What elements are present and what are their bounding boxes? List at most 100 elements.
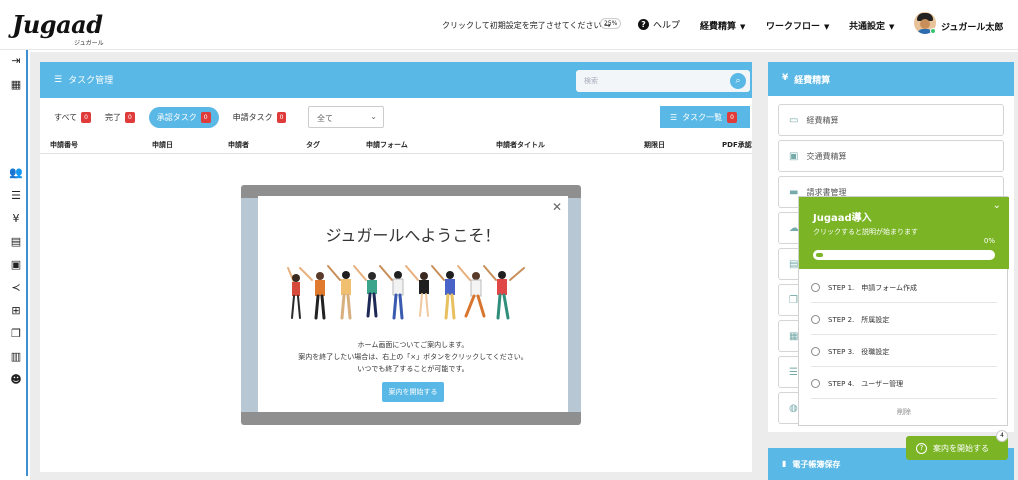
help-label: ヘルプ xyxy=(653,21,681,31)
modal-text-line: いつでも終了することが可能です。 xyxy=(357,365,469,373)
chevron-down-icon: ⌄ xyxy=(370,112,377,121)
modal-title: ジュガールへようこそ！ xyxy=(325,226,501,245)
person-figure xyxy=(431,265,456,320)
yen-icon[interactable]: ¥ xyxy=(8,212,24,226)
welcome-modal: ✕ ジュガールへようこそ！ ホーム画面についてご案内します。 案内を終了したい場… xyxy=(258,196,568,412)
count-badge: 0 xyxy=(200,111,211,123)
copy-icon[interactable]: ❐ xyxy=(8,327,24,341)
column-header[interactable]: 申請者 xyxy=(228,140,249,150)
guide-step-4[interactable]: STEP 4. ユーザー管理 xyxy=(811,369,997,399)
search-icon[interactable]: ⌕ xyxy=(730,73,746,89)
receipt-icon[interactable]: ▣ xyxy=(8,258,24,272)
share-icon[interactable]: ≺ xyxy=(8,281,24,295)
caret-down-icon: ▼ xyxy=(824,23,830,31)
question-icon: ? xyxy=(638,19,649,30)
expense-item-label: 経費精算 xyxy=(806,115,839,125)
task-list-button[interactable]: ☰ タスク一覧 0 xyxy=(660,106,750,128)
book-icon[interactable]: ▥ xyxy=(8,350,24,364)
tab-approval[interactable]: 承認タスク 0 xyxy=(148,106,219,128)
column-header[interactable]: 期限日 xyxy=(644,140,665,150)
count-badge: 0 xyxy=(124,111,135,123)
tab-all[interactable]: すべて 0 xyxy=(54,111,91,123)
expense-panel-title: ¥ 経費精算 xyxy=(782,73,830,86)
copy-icon: ❐ xyxy=(789,294,798,306)
globe-icon: ◍ xyxy=(789,402,798,414)
help-link[interactable]: ? ヘルプ xyxy=(638,18,680,31)
chevron-down-icon[interactable]: ⌄ xyxy=(993,200,1001,211)
expense-item-expense[interactable]: ▭ 経費精算 xyxy=(778,104,1004,136)
menu-common-settings[interactable]: 共通設定 ▼ xyxy=(849,19,894,32)
task-list-label: タスク一覧 xyxy=(682,112,723,122)
building-icon[interactable]: ▦ xyxy=(8,78,24,92)
logo[interactable]: Jugaad ジュガール xyxy=(12,10,104,47)
radio-icon xyxy=(811,347,820,356)
person-figure xyxy=(287,267,301,319)
radio-icon xyxy=(811,315,820,324)
user-name[interactable]: ジュガール太郎 xyxy=(941,20,1003,33)
column-header[interactable]: 申請日 xyxy=(152,140,173,150)
list-icon[interactable]: ☰ xyxy=(8,189,24,203)
expense-item-transport[interactable]: ▣ 交通費精算 xyxy=(778,140,1004,172)
tab-label: 申請タスク xyxy=(232,112,273,122)
expense-item-label: 交通費精算 xyxy=(806,151,847,161)
tab-request[interactable]: 申請タスク 0 xyxy=(232,111,287,123)
guide-header[interactable]: Jugaad導入 ⌄ クリックすると説明が始まります 0% xyxy=(799,197,1009,269)
modal-text-line: 案内を終了したい場合は、右上の「×」ボタンをクリックしてください。 xyxy=(298,353,528,361)
caret-down-icon: ▼ xyxy=(740,23,746,31)
count-badge: 0 xyxy=(727,111,737,123)
close-icon[interactable]: ✕ xyxy=(552,200,562,214)
document-icon[interactable]: ▤ xyxy=(8,235,24,249)
count-badge: 0 xyxy=(81,111,91,123)
tab-label: すべて xyxy=(54,112,78,122)
guide-title: Jugaad導入 xyxy=(813,213,872,224)
expense-panel-header: ¥ 経費精算 xyxy=(768,62,1014,96)
person-figure xyxy=(483,265,525,320)
column-header[interactable]: 申請番号 xyxy=(50,140,78,150)
setup-progress-badge: 25% xyxy=(600,18,622,29)
menu-label: ワークフロー xyxy=(766,22,821,32)
guide-step-3[interactable]: STEP 3. 役職設定 xyxy=(811,337,997,367)
celebration-illustration xyxy=(287,265,525,320)
filter-select[interactable]: 全て ⌄ xyxy=(308,106,384,128)
modal-start-button[interactable]: 案内を開始する xyxy=(382,382,444,402)
menu-expense[interactable]: 経費精算 ▼ xyxy=(700,19,745,32)
ebook-title-label: 電子帳簿保存 xyxy=(792,460,841,469)
collapse-sidebar-icon[interactable]: ⇥ xyxy=(8,54,24,68)
tab-completed[interactable]: 完了 0 xyxy=(104,111,135,123)
logo-text: Jugaad xyxy=(12,10,103,39)
caret-down-icon: ▼ xyxy=(889,23,895,31)
question-icon: ? xyxy=(916,442,927,454)
menu-workflow[interactable]: ワークフロー ▼ xyxy=(766,19,829,32)
book-icon: ▮ xyxy=(782,459,787,468)
list-icon: ☰ xyxy=(54,74,63,85)
table-icon[interactable]: ⊞ xyxy=(8,304,24,318)
top-header: Jugaad ジュガール クリックして初期設定を完了させてください → 25% … xyxy=(0,0,1018,50)
users-icon[interactable]: 👥 xyxy=(8,166,24,180)
person-figure xyxy=(327,265,352,320)
notification-badge: 4 xyxy=(996,430,1008,442)
list-icon: ☰ xyxy=(789,366,798,378)
step-label: STEP 3. 役職設定 xyxy=(828,347,890,356)
app-root: Jugaad ジュガール クリックして初期設定を完了させてください → 25% … xyxy=(0,0,1018,480)
start-guide-label: 案内を開始する xyxy=(933,443,989,453)
column-header[interactable]: タグ xyxy=(306,140,320,150)
guide-step-1[interactable]: STEP 1. 申請フォーム作成 xyxy=(811,273,997,303)
support-icon[interactable]: ☻ xyxy=(8,373,24,387)
guide-delete-link[interactable]: 削除 xyxy=(799,407,1009,417)
start-guide-button[interactable]: ? 案内を開始する xyxy=(906,436,1008,460)
guide-step-2[interactable]: STEP 2. 所属設定 xyxy=(811,305,997,335)
step-label: STEP 2. 所属設定 xyxy=(828,315,890,324)
column-header[interactable]: 申請フォーム xyxy=(366,140,408,150)
setup-prompt[interactable]: クリックして初期設定を完了させてください → xyxy=(442,20,611,31)
expense-title-label: 経費精算 xyxy=(794,76,831,86)
person-figure xyxy=(457,265,486,318)
search-input[interactable]: 検索 ⌕ xyxy=(576,70,750,92)
tab-label: 承認タスク xyxy=(156,112,197,122)
column-header[interactable]: PDF承認 xyxy=(722,140,752,150)
column-header[interactable]: 申請者タイトル xyxy=(496,140,545,150)
list-icon: ☰ xyxy=(670,112,678,122)
tab-label: 完了 xyxy=(104,112,121,122)
step-label: STEP 1. 申請フォーム作成 xyxy=(828,283,918,292)
money-icon: ▭ xyxy=(789,114,799,126)
radio-icon xyxy=(811,379,820,388)
